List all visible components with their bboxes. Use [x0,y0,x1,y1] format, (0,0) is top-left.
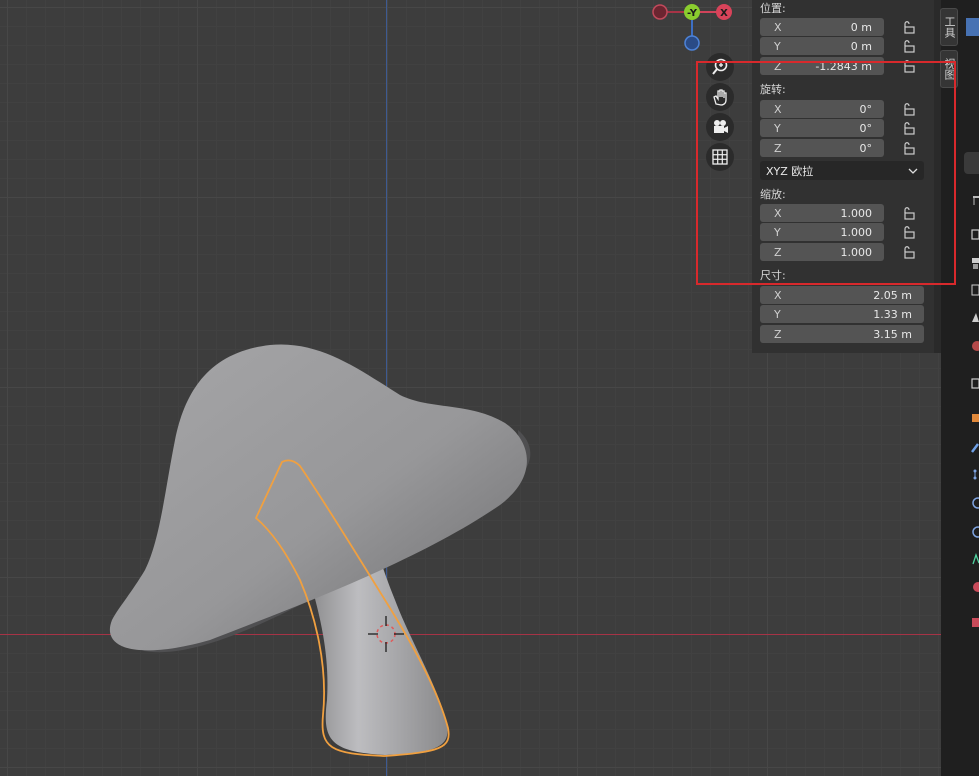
gizmo-y-label: -Y [687,8,698,19]
location-z-lock-icon[interactable] [902,59,916,73]
texture-props-icon[interactable] [971,615,979,629]
dimensions-y-field[interactable]: Y 1.33 m [760,305,924,323]
tab-view[interactable]: 视图 [940,50,958,88]
scale-y-lock-icon[interactable] [902,225,916,239]
location-y-field[interactable]: Y 0 m [760,37,884,55]
perspective-toggle-button[interactable] [706,143,734,171]
navigation-gizmo[interactable]: -Y X [640,0,740,60]
scale-z-lock-icon[interactable] [902,245,916,259]
constraints-props-icon[interactable] [971,525,979,539]
chevron-down-icon [908,168,918,174]
transform-panel: 位置: X 0 m Y 0 m Z -1.2843 m 旋转: X 0° Y 0… [752,0,934,353]
scale-z-field[interactable]: Z 1.000 [760,243,884,261]
camera-icon [714,120,728,133]
rotation-y-field[interactable]: Y 0° [760,119,884,137]
physics-props-icon[interactable] [971,496,979,510]
gizmo-neg-x[interactable] [652,4,668,20]
pan-button[interactable] [706,83,734,111]
gizmo-neg-z[interactable] [684,35,700,51]
view-layer-props-icon[interactable] [971,283,979,297]
rotation-mode-select[interactable]: XYZ 欧拉 [760,161,924,180]
scale-x-field[interactable]: X 1.000 [760,204,884,222]
modifier-props-icon[interactable] [971,440,979,454]
rotation-z-field[interactable]: Z 0° [760,139,884,157]
tab-tool[interactable]: 工具 [940,8,958,46]
rotation-x-field[interactable]: X 0° [760,100,884,118]
scene-props-icon[interactable] [971,310,979,324]
rotation-y-lock-icon[interactable] [902,121,916,135]
camera-view-button[interactable] [706,113,734,141]
tool-props-icon[interactable] [971,193,979,207]
scale-label: 缩放: [760,188,786,201]
hand-icon [713,89,727,106]
scale-y-field[interactable]: Y 1.000 [760,223,884,241]
particles-props-icon[interactable] [971,467,979,481]
location-x-field[interactable]: X 0 m [760,18,884,36]
world-props-icon[interactable] [971,339,979,353]
scale-x-lock-icon[interactable] [902,206,916,220]
rotation-z-lock-icon[interactable] [902,141,916,155]
object-props-icon[interactable] [971,411,979,425]
grid-icon [712,149,728,165]
dimensions-z-field[interactable]: Z 3.15 m [760,325,924,343]
active-editor-indicator [966,18,979,36]
dimensions-label: 尺寸: [760,269,786,282]
material-props-icon[interactable] [971,580,979,594]
location-label: 位置: [760,2,786,15]
render-props-icon[interactable] [971,227,979,241]
dimensions-x-field[interactable]: X 2.05 m [760,286,924,304]
collection-props-icon[interactable] [971,376,979,390]
location-x-lock-icon[interactable] [902,20,916,34]
properties-tab-active[interactable] [964,152,979,174]
location-z-field[interactable]: Z -1.2843 m [760,57,884,75]
location-y-lock-icon[interactable] [902,39,916,53]
output-props-icon[interactable] [971,256,979,270]
zoom-icon [712,58,728,75]
zoom-button[interactable] [706,53,734,81]
data-props-icon[interactable] [971,552,979,566]
gizmo-x-label: X [720,8,728,19]
rotation-label: 旋转: [760,83,786,96]
rotation-x-lock-icon[interactable] [902,102,916,116]
